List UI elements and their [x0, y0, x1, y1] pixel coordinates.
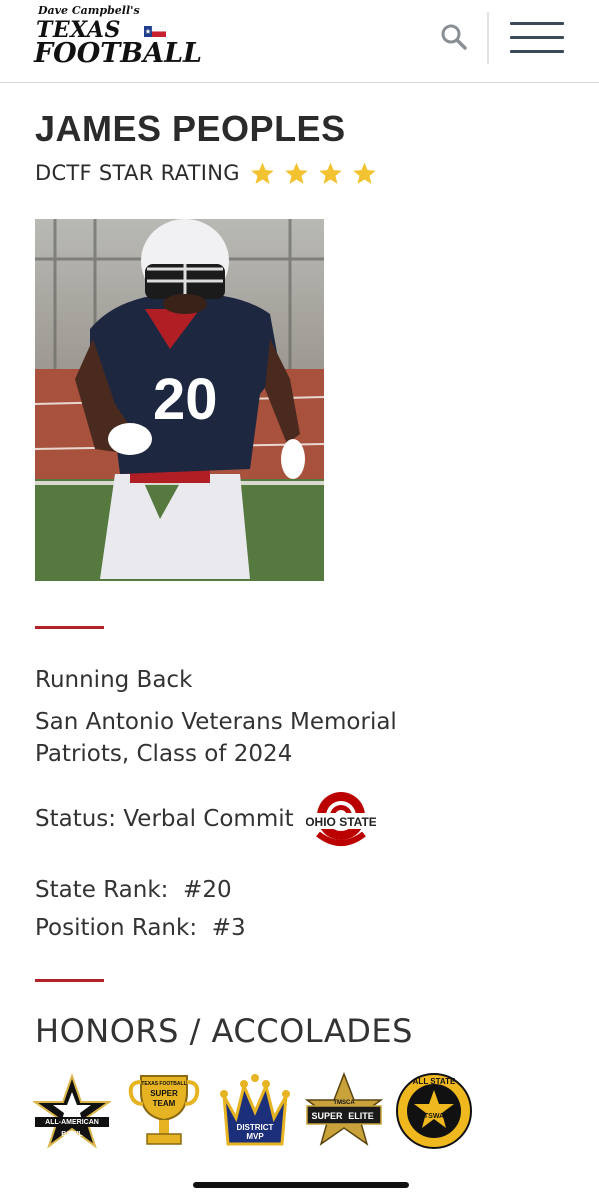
- star-rating: DCTF STAR RATING: [35, 158, 377, 188]
- search-icon: [441, 24, 467, 50]
- texas-football-logo[interactable]: Dave Campbell's TEXAS FOOTBALL: [34, 4, 239, 70]
- header-divider: [487, 12, 489, 64]
- badge-5-line2: TSWA: [424, 1113, 444, 1120]
- hamburger-menu-button[interactable]: [510, 22, 566, 56]
- badge-2-line3: TEAM: [153, 1099, 176, 1108]
- section-divider-2: [35, 979, 104, 982]
- badge-3-line2: MVP: [246, 1132, 264, 1141]
- badge-3-line1: DISTRICT: [237, 1123, 274, 1132]
- status-text: Status: Verbal Commit: [35, 806, 294, 832]
- logo-line-2: FOOTBALL: [34, 38, 203, 69]
- state-rank-label: State Rank:: [35, 877, 169, 903]
- badge-4-line2: SUPER: [311, 1111, 343, 1121]
- star-icon: [251, 162, 274, 184]
- search-button[interactable]: [437, 20, 471, 54]
- logo-tagline: Dave Campbell's: [38, 4, 140, 17]
- all-american-bowl-badge[interactable]: ALL-AMERICAN BOWL: [33, 1072, 111, 1150]
- player-photo: 20: [35, 219, 324, 581]
- texas-flag-icon: [144, 26, 166, 37]
- honors-title: HONORS / ACCOLADES: [35, 1012, 413, 1050]
- position-rank: Position Rank: #3: [35, 912, 246, 944]
- badge-1-line1: ALL-AMERICAN: [45, 1119, 99, 1126]
- player-position: Running Back: [35, 667, 193, 693]
- jersey-number: 20: [153, 367, 218, 432]
- star-icon: [319, 162, 342, 184]
- star-icon: [353, 162, 376, 184]
- player-name: JAMES PEOPLES: [35, 108, 346, 149]
- super-elite-badge[interactable]: TMSCA SUPER ELITE: [305, 1072, 383, 1150]
- ohio-state-logo[interactable]: OHIO STATE: [306, 786, 376, 852]
- player-school: San Antonio Veterans Memorial Patriots, …: [35, 709, 397, 767]
- home-indicator[interactable]: [193, 1182, 409, 1188]
- badge-4-line1: TMSCA: [333, 1100, 355, 1106]
- badge-2-line2: SUPER: [150, 1089, 178, 1098]
- position-rank-label: Position Rank:: [35, 915, 198, 941]
- badge-1-line2: BOWL: [61, 1131, 83, 1138]
- badge-4-line3: ELITE: [348, 1111, 374, 1121]
- badge-5-line1: ALL STATE: [413, 1077, 456, 1086]
- state-rank-value: #20: [183, 877, 232, 903]
- commit-status: Status: Verbal Commit OHIO STATE: [35, 786, 376, 852]
- district-mvp-badge[interactable]: DISTRICT MVP: [216, 1072, 294, 1150]
- state-rank: State Rank: #20: [35, 874, 232, 906]
- ohio-state-text: OHIO STATE: [306, 815, 376, 829]
- star-icon: [285, 162, 308, 184]
- star-rating-label: DCTF STAR RATING: [35, 161, 240, 185]
- position-rank-value: #3: [211, 915, 246, 941]
- all-state-tswa-badge[interactable]: ALL STATE TSWA: [395, 1072, 473, 1150]
- super-team-badge[interactable]: TEXAS FOOTBALL SUPER TEAM: [125, 1072, 203, 1150]
- section-divider: [35, 626, 104, 629]
- honors-badges: ALL-AMERICAN BOWL TEXAS FOOTBALL SUPER T…: [33, 1072, 478, 1152]
- badge-2-line1: TEXAS FOOTBALL: [141, 1081, 186, 1087]
- stars-group: [250, 161, 377, 186]
- site-header: Dave Campbell's TEXAS FOOTBALL: [0, 0, 599, 83]
